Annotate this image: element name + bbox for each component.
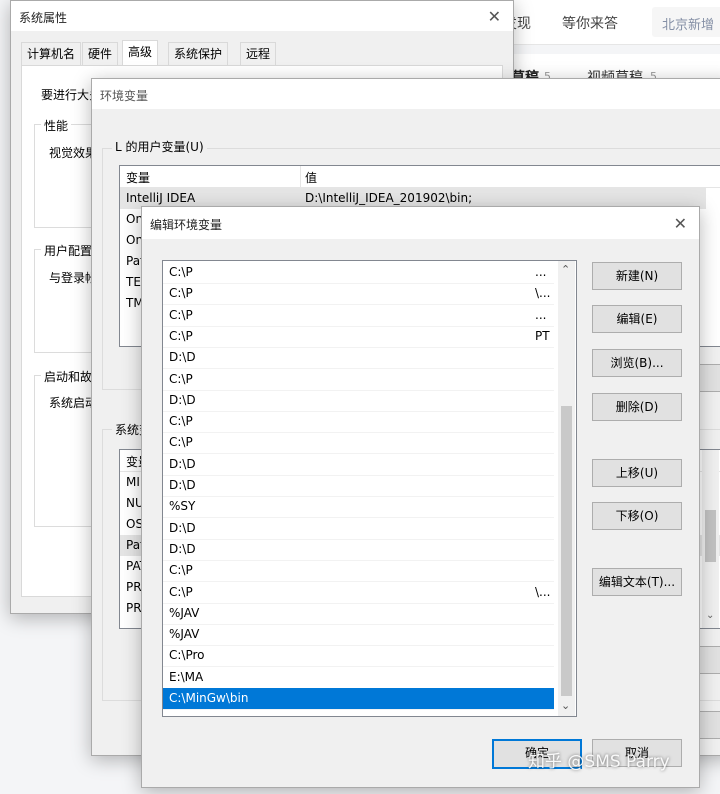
- sys-scroll-thumb[interactable]: [705, 510, 716, 562]
- tab-advanced[interactable]: 高级: [122, 40, 159, 66]
- tab-computer-name[interactable]: 计算机名: [21, 42, 82, 65]
- new-button[interactable]: 新建(N): [592, 262, 682, 290]
- path-entry[interactable]: C:\P: [163, 369, 554, 391]
- header-value[interactable]: 值: [305, 169, 317, 186]
- path-entry[interactable]: C:\P: [163, 560, 554, 583]
- path-entry-text: C:\P: [169, 371, 193, 386]
- edit-button[interactable]: 编辑(E): [592, 305, 682, 333]
- path-entries-list: C:\P... C:\P \... C:\P... C:\P PT D:\D C:\P D:\D…: [162, 260, 577, 717]
- edit-env-var-dialog: 编辑环境变量 ✕ C:\P... C:\P \... C:\P... C:\P PT D:\…: [141, 206, 700, 788]
- sys-table-scrollbar[interactable]: ⌄: [702, 450, 719, 628]
- tab-system-protection[interactable]: 系统保护: [168, 42, 229, 65]
- path-entry-text: C:\P: [169, 265, 193, 279]
- tab-hardware[interactable]: 硬件: [82, 42, 119, 65]
- delete-button[interactable]: 删除(D): [592, 393, 682, 421]
- environment-variables-title: 环境变量: [100, 89, 149, 103]
- system-properties-titlebar: 系统属性 ✕: [11, 1, 513, 31]
- path-entry-text: E:\MA: [169, 669, 204, 684]
- startup-text: 系统启动: [49, 396, 98, 410]
- path-entry[interactable]: C:\P...: [163, 262, 554, 284]
- path-entry[interactable]: C:\P: [163, 432, 554, 455]
- path-entry-tail: ...: [535, 265, 547, 279]
- path-entry-tail: ...: [535, 307, 547, 322]
- header-divider: [300, 166, 301, 187]
- path-entry[interactable]: %JAV: [163, 603, 554, 625]
- user-profile-text: 与登录帐: [49, 271, 98, 285]
- path-entry-text: D:\D: [169, 392, 196, 407]
- browse-button[interactable]: 浏览(B)...: [592, 349, 682, 377]
- environment-variables-titlebar: 环境变量: [92, 79, 720, 109]
- edit-text-button[interactable]: 编辑文本(T)...: [592, 568, 682, 596]
- header-variable[interactable]: 变量: [126, 169, 150, 186]
- user-profile-label: 用户配置: [41, 242, 96, 259]
- path-entry[interactable]: C:\P PT: [163, 326, 554, 348]
- path-entry-text: C:\P: [169, 563, 193, 578]
- path-entry[interactable]: D:\D: [163, 475, 554, 497]
- path-entry-text: %SY: [169, 499, 196, 514]
- path-entry-text: %JAV: [169, 627, 200, 642]
- path-entry-text: D:\D: [169, 541, 196, 556]
- path-entry-text: C:\P: [169, 286, 193, 301]
- path-entry-text: D:\D: [169, 456, 196, 471]
- close-icon[interactable]: ✕: [674, 214, 687, 233]
- path-entry-text: C:\P: [169, 328, 193, 343]
- move-up-button[interactable]: 上移(U): [592, 459, 682, 487]
- path-entry[interactable]: C:\P...: [163, 305, 554, 327]
- path-entry[interactable]: C:\P \...: [163, 582, 554, 604]
- move-down-button[interactable]: 下移(O): [592, 502, 682, 530]
- zhihu-watermark: 知乎 @SMS Parry: [528, 752, 670, 772]
- path-entry[interactable]: D:\D: [163, 454, 554, 476]
- user-variables-label: L 的用户变量(U): [112, 138, 207, 155]
- edit-dialog-title: 编辑环境变量: [150, 218, 223, 232]
- path-entry-text: C:\Pro: [169, 648, 205, 663]
- sys-var-name: MI: [126, 475, 140, 489]
- path-entry-tail: PT: [535, 328, 550, 343]
- path-entry[interactable]: D:\D: [163, 518, 554, 540]
- path-entry-selected[interactable]: C:\MinGw\bin: [163, 688, 554, 710]
- path-entry-text: C:\P: [169, 307, 193, 322]
- path-entry-tail: \...: [535, 286, 551, 301]
- tab-remote[interactable]: 远程: [240, 42, 277, 65]
- nav-waiting[interactable]: 等你来答: [562, 13, 618, 33]
- system-properties-title: 系统属性: [19, 11, 68, 25]
- tab-strip: 计算机名 硬件 高级 系统保护 远程: [21, 40, 501, 66]
- user-var-name: IntelliJ IDEA: [126, 191, 196, 205]
- performance-label: 性能: [41, 117, 72, 134]
- chevron-up-icon[interactable]: ⌃: [561, 263, 570, 276]
- user-table-header: 变量 值: [120, 166, 720, 188]
- path-entry[interactable]: D:\D: [163, 390, 554, 412]
- path-entry-text: C:\P: [169, 435, 193, 450]
- edit-dialog-titlebar: 编辑环境变量 ✕: [142, 207, 699, 239]
- performance-text: 视觉效果: [49, 146, 98, 160]
- path-entry[interactable]: E:\MA: [163, 667, 554, 689]
- path-entry-tail: \...: [535, 584, 551, 599]
- path-entry[interactable]: C:\P: [163, 411, 554, 434]
- nav-beijing-label: 北京新增: [662, 18, 715, 33]
- path-entry[interactable]: C:\Pro: [163, 645, 554, 668]
- chevron-down-icon[interactable]: ⌄: [706, 610, 714, 621]
- path-entry[interactable]: D:\D: [163, 539, 554, 561]
- path-entry[interactable]: D:\D: [163, 347, 554, 370]
- path-entry-text: C:\P: [169, 584, 193, 599]
- path-entry[interactable]: %SY: [163, 496, 554, 519]
- path-entry[interactable]: C:\P \...: [163, 283, 554, 306]
- nav-beijing-button[interactable]: 北京新增: [652, 7, 720, 37]
- close-icon[interactable]: ✕: [488, 7, 501, 26]
- chevron-down-icon[interactable]: ⌄: [561, 699, 570, 712]
- entries-scrollbar[interactable]: ⌃ ⌄: [558, 261, 575, 716]
- path-entry[interactable]: %JAV: [163, 624, 554, 647]
- path-entry-text: C:\MinGw\bin: [169, 691, 249, 705]
- path-entry-text: D:\D: [169, 478, 196, 492]
- path-entry-text: %JAV: [169, 605, 200, 620]
- path-entry-text: D:\D: [169, 520, 196, 535]
- entries-scroll-thumb[interactable]: [561, 406, 572, 696]
- startup-label: 启动和故: [41, 368, 96, 385]
- path-entry-text: D:\D: [169, 350, 196, 365]
- path-entry-text: C:\P: [169, 414, 193, 429]
